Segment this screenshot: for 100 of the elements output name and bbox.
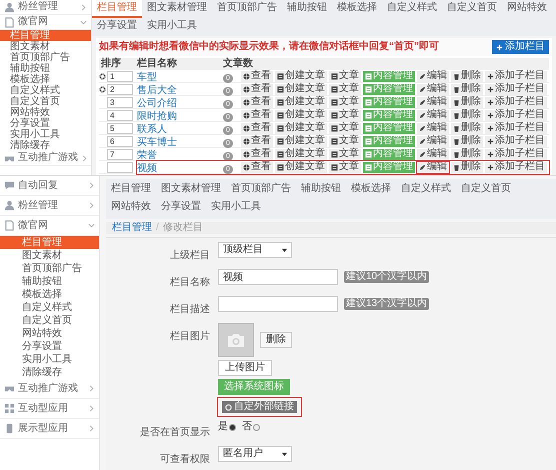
input-field[interactable]: 视频 [218, 269, 338, 285]
sort-field[interactable]: 4 [107, 110, 133, 120]
breadcrumb-link[interactable]: 栏目管理 [112, 223, 152, 233]
sidebar-item[interactable]: 首页顶部广告 [0, 262, 99, 275]
add-child-button[interactable]: 添加子栏目 [485, 96, 547, 108]
tab[interactable]: 自定义样式 [396, 181, 456, 199]
article-button[interactable]: 文章 [329, 84, 361, 94]
article-button[interactable]: 文章 [329, 122, 361, 134]
tab[interactable]: 模板选择 [332, 0, 382, 18]
radio-option[interactable]: 否 [242, 419, 260, 435]
tab[interactable]: 图文素材管理 [142, 0, 212, 18]
sidebar-item[interactable]: 清除缓存 [0, 140, 91, 151]
sidebar-group[interactable]: 互动推广游戏 [0, 379, 99, 399]
tab[interactable]: 自定义首页 [456, 181, 516, 199]
tab[interactable]: 辅助按钮 [282, 0, 332, 18]
sidebar-item[interactable]: 图文素材 [0, 41, 91, 52]
delete-button[interactable]: 删除 [451, 148, 483, 160]
delete-button[interactable]: 删除 [451, 84, 483, 94]
delete-button[interactable]: 删除 [451, 136, 483, 146]
sidebar-item[interactable]: 网站特效 [0, 327, 99, 340]
view-button[interactable]: 查看 [241, 70, 273, 82]
delete-button[interactable]: 删除 [451, 162, 483, 172]
select-field[interactable]: 匿名用户 [218, 446, 292, 462]
sidebar-item[interactable]: 图文素材 [0, 249, 99, 262]
add-category-button[interactable]: 添加栏目 [492, 40, 549, 54]
sidebar-item[interactable]: 清除缓存 [0, 366, 99, 379]
tab[interactable]: 网站特效 [106, 199, 156, 217]
add-child-button[interactable]: 添加子栏目 [485, 136, 547, 146]
create-button[interactable]: 创建文章 [275, 110, 327, 120]
sidebar-item[interactable]: 分享设置 [0, 118, 91, 129]
sidebar-item[interactable]: 自定义首页 [0, 96, 91, 107]
create-button[interactable]: 创建文章 [275, 122, 327, 134]
tab[interactable]: 辅助按钮 [296, 181, 346, 199]
tab[interactable]: 图文素材管理 [156, 181, 226, 199]
delete-button[interactable]: 删除 [260, 332, 292, 348]
edit-button[interactable]: 编辑 [417, 136, 449, 146]
category-link[interactable]: 限时抢购 [137, 111, 177, 122]
category-link[interactable]: 公司介绍 [137, 98, 177, 109]
tab[interactable]: 首页顶部广告 [212, 0, 282, 18]
sidebar-item[interactable]: 模板选择 [0, 74, 91, 85]
add-child-button[interactable]: 添加子栏目 [485, 122, 547, 134]
create-button[interactable]: 创建文章 [275, 96, 327, 108]
edit-button[interactable]: 编辑 [417, 148, 449, 160]
sort-field[interactable]: 6 [107, 136, 133, 146]
add-child-button[interactable]: 添加子栏目 [485, 84, 547, 94]
delete-button[interactable]: 删除 [451, 110, 483, 120]
add-child-button[interactable]: 添加子栏目 [485, 110, 547, 120]
create-button[interactable]: 创建文章 [275, 148, 327, 160]
sidebar-item[interactable]: 分享设置 [0, 340, 99, 353]
category-link[interactable]: 车型 [137, 72, 157, 83]
sidebar-item[interactable]: 实用小工具 [0, 353, 99, 366]
category-link[interactable]: 联系人 [137, 124, 167, 135]
article-button[interactable]: 文章 [329, 162, 361, 172]
view-button[interactable]: 查看 [241, 162, 273, 172]
edit-button[interactable]: 编辑 [417, 96, 449, 108]
view-button[interactable]: 查看 [241, 148, 273, 160]
tab[interactable]: 栏目管理 [106, 181, 156, 199]
sidebar-item[interactable]: 网站特效 [0, 107, 91, 118]
sort-field[interactable]: 1 [107, 70, 133, 82]
view-button[interactable]: 查看 [241, 122, 273, 134]
sidebar-group[interactable]: 互动型应用 [0, 399, 99, 419]
edit-button[interactable]: 编辑 [417, 84, 449, 94]
edit-button[interactable]: 编辑 [417, 110, 449, 120]
sort-field[interactable]: 3 [107, 96, 133, 108]
article-button[interactable]: 文章 [329, 96, 361, 108]
category-link[interactable]: 荣誉 [137, 150, 157, 161]
article-button[interactable]: 文章 [329, 70, 361, 82]
radio-option[interactable]: 是 [218, 419, 236, 435]
delete-button[interactable]: 删除 [451, 122, 483, 134]
sidebar-item[interactable]: 首页顶部广告 [0, 52, 91, 63]
sidebar-group[interactable]: 互动推广游戏 [0, 151, 91, 166]
sort-field[interactable]: 5 [107, 122, 133, 134]
select-field[interactable]: 顶级栏目 [218, 242, 292, 258]
sidebar-item[interactable]: 自定义首页 [0, 314, 99, 327]
sort-field[interactable]: 7 [107, 148, 133, 160]
view-button[interactable]: 查看 [241, 84, 273, 94]
add-child-button[interactable]: 添加子栏目 [485, 162, 547, 172]
tab[interactable]: 首页顶部广告 [226, 181, 296, 199]
sidebar-item[interactable]: 辅助按钮 [0, 63, 91, 74]
radio-button[interactable] [253, 424, 260, 430]
external-link-button[interactable]: 自定外部链接 [222, 401, 297, 413]
create-button[interactable]: 创建文章 [275, 162, 327, 172]
sidebar-item[interactable]: 辅助按钮 [0, 275, 99, 288]
article-button[interactable]: 文章 [329, 136, 361, 146]
edit-button[interactable]: 编辑 [417, 122, 449, 134]
delete-button[interactable]: 删除 [451, 70, 483, 82]
tab[interactable]: 分享设置 [92, 18, 142, 36]
create-button[interactable]: 创建文章 [275, 136, 327, 146]
tab[interactable]: 实用小工具 [206, 199, 266, 217]
tab[interactable]: 分享设置 [156, 199, 206, 217]
create-button[interactable]: 创建文章 [275, 84, 327, 94]
view-button[interactable]: 查看 [241, 110, 273, 120]
category-link[interactable]: 视频 [137, 163, 157, 174]
add-child-button[interactable]: 添加子栏目 [485, 148, 547, 160]
radio-button[interactable] [229, 424, 236, 430]
input-field[interactable] [218, 296, 338, 312]
sidebar-item[interactable]: 模板选择 [0, 288, 99, 301]
tab[interactable]: 网站特效 [502, 0, 552, 18]
sort-field[interactable] [107, 162, 133, 172]
sidebar-group[interactable]: 粉丝管理 [0, 0, 91, 15]
